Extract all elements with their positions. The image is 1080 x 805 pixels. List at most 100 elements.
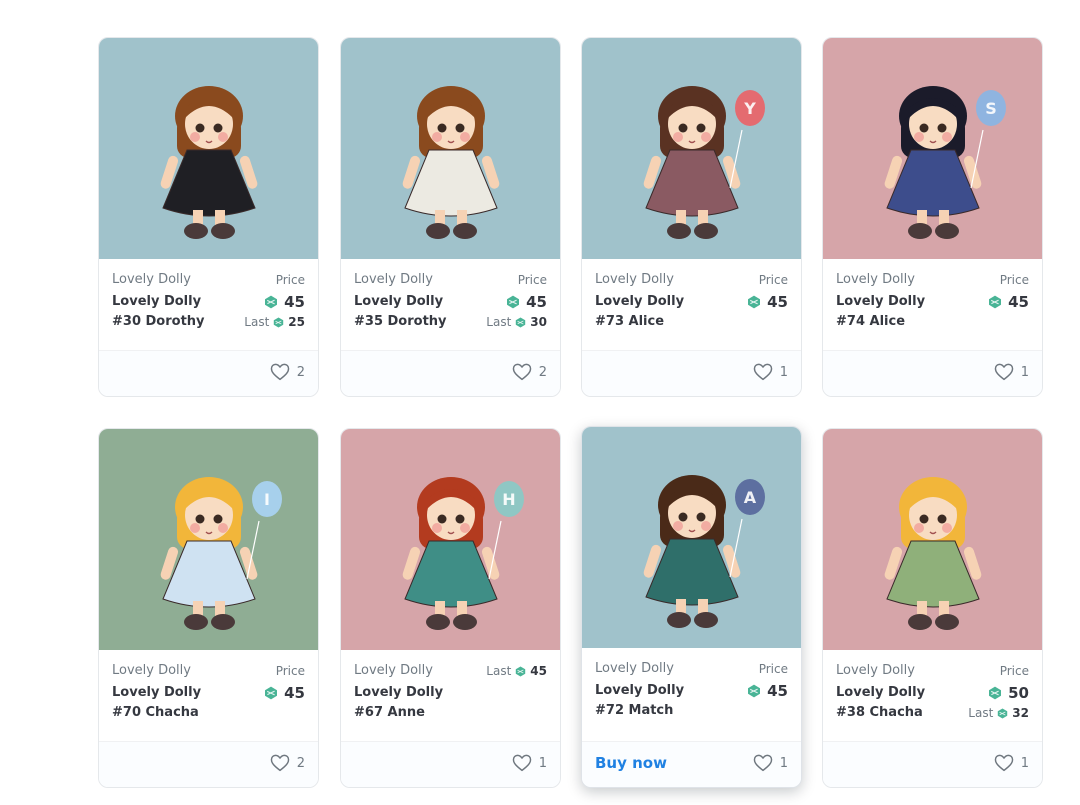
gem-currency-icon xyxy=(747,684,761,698)
last-sale: Last 45 xyxy=(486,664,547,678)
price-label: Price xyxy=(517,273,547,287)
asset-info: Lovely Dolly Lovely Dolly #38 Chacha Pri… xyxy=(823,650,1042,743)
heart-icon xyxy=(512,363,532,381)
collection-name[interactable]: Lovely Dolly xyxy=(595,272,674,287)
asset-name: Lovely Dolly #30 Dorothy xyxy=(112,294,205,329)
card-footer: 1 xyxy=(823,741,1042,787)
asset-image[interactable]: A xyxy=(582,427,801,648)
asset-name: Lovely Dolly #38 Chacha xyxy=(836,685,926,720)
asset-name: Lovely Dolly #74 Alice xyxy=(836,294,926,329)
gem-currency-icon xyxy=(747,295,761,309)
price-label: Price xyxy=(758,273,788,287)
collection-name[interactable]: Lovely Dolly xyxy=(836,272,915,287)
asset-card[interactable]: Lovely Dolly Lovely Dolly #35 Dorothy Pr… xyxy=(340,37,561,397)
collection-name[interactable]: Lovely Dolly xyxy=(836,663,915,678)
gem-currency-icon xyxy=(515,665,526,677)
asset-image[interactable]: S xyxy=(823,38,1042,259)
svg-text:A: A xyxy=(744,488,757,507)
asset-name: Lovely Dolly #73 Alice xyxy=(595,294,685,329)
collection-name[interactable]: Lovely Dolly xyxy=(354,663,433,678)
svg-text:H: H xyxy=(502,490,515,509)
asset-info: Lovely Dolly Lovely Dolly #30 Dorothy Pr… xyxy=(99,259,318,352)
asset-info: Lovely Dolly Lovely Dolly #73 Alice Pric… xyxy=(582,259,801,352)
asset-card[interactable]: H Lovely Dolly Lovely Dolly #67 Anne Las… xyxy=(340,428,561,788)
price-value: 45 xyxy=(747,682,788,700)
price-label: Price xyxy=(275,273,305,287)
asset-info: Lovely Dolly Lovely Dolly #72 Match Pric… xyxy=(582,648,801,741)
gem-currency-icon xyxy=(264,295,278,309)
buy-now-button[interactable]: Buy now xyxy=(595,754,667,772)
price-label: Price xyxy=(999,273,1029,287)
favorite-button[interactable]: 2 xyxy=(270,363,305,381)
favorite-button[interactable]: 1 xyxy=(753,754,788,772)
asset-image[interactable] xyxy=(823,429,1042,650)
favorite-button[interactable]: 1 xyxy=(512,754,547,772)
gem-currency-icon xyxy=(273,316,284,328)
heart-icon xyxy=(270,363,290,381)
asset-info: Lovely Dolly Lovely Dolly #74 Alice Pric… xyxy=(823,259,1042,352)
price-value: 45 xyxy=(264,293,305,311)
heart-icon xyxy=(994,363,1014,381)
gem-currency-icon xyxy=(515,316,526,328)
price-label: Price xyxy=(999,664,1029,678)
gem-currency-icon xyxy=(264,686,278,700)
asset-name: Lovely Dolly #72 Match xyxy=(595,683,685,718)
asset-grid: Lovely Dolly Lovely Dolly #30 Dorothy Pr… xyxy=(0,0,1080,805)
heart-icon xyxy=(753,363,773,381)
asset-image[interactable] xyxy=(341,38,560,259)
asset-image[interactable]: I xyxy=(99,429,318,650)
collection-name[interactable]: Lovely Dolly xyxy=(112,663,191,678)
last-sale: Last 30 xyxy=(486,315,547,329)
asset-info: Lovely Dolly Lovely Dolly #67 Anne Last 4… xyxy=(341,650,560,743)
favorite-button[interactable]: 1 xyxy=(994,754,1029,772)
gem-currency-icon xyxy=(506,295,520,309)
card-footer: 1 xyxy=(582,350,801,396)
card-footer: 2 xyxy=(341,350,560,396)
price-value: 45 xyxy=(988,293,1029,311)
favorite-button[interactable]: 1 xyxy=(994,363,1029,381)
favorite-button[interactable]: 2 xyxy=(270,754,305,772)
price-value: 50 xyxy=(988,684,1029,702)
asset-card[interactable]: Lovely Dolly Lovely Dolly #30 Dorothy Pr… xyxy=(98,37,319,397)
card-footer: 2 xyxy=(99,741,318,787)
card-footer: 1 xyxy=(341,741,560,787)
favorite-count: 1 xyxy=(1020,755,1029,771)
price-value: 45 xyxy=(506,293,547,311)
favorite-count: 2 xyxy=(296,364,305,380)
price-label: Price xyxy=(758,662,788,676)
favorite-count: 1 xyxy=(1020,364,1029,380)
heart-icon xyxy=(512,754,532,772)
price-value: 45 xyxy=(747,293,788,311)
card-footer: Buy now 1 xyxy=(582,741,801,787)
svg-text:S: S xyxy=(985,99,997,118)
heart-icon xyxy=(270,754,290,772)
favorite-count: 1 xyxy=(779,364,788,380)
heart-icon xyxy=(994,754,1014,772)
asset-card[interactable]: Y Lovely Dolly Lovely Dolly #73 Alice Pr… xyxy=(581,37,802,397)
last-sale: Last 25 xyxy=(244,315,305,329)
collection-name[interactable]: Lovely Dolly xyxy=(112,272,191,287)
asset-card[interactable]: I Lovely Dolly Lovely Dolly #70 Chacha P… xyxy=(98,428,319,788)
asset-name: Lovely Dolly #67 Anne xyxy=(354,685,444,720)
collection-name[interactable]: Lovely Dolly xyxy=(354,272,433,287)
gem-currency-icon xyxy=(988,295,1002,309)
last-sale: Last 32 xyxy=(968,706,1029,720)
favorite-count: 1 xyxy=(779,755,788,771)
asset-image[interactable]: H xyxy=(341,429,560,650)
favorite-count: 2 xyxy=(296,755,305,771)
collection-name[interactable]: Lovely Dolly xyxy=(595,661,674,676)
heart-icon xyxy=(753,754,773,772)
asset-name: Lovely Dolly #35 Dorothy xyxy=(354,294,447,329)
asset-card[interactable]: Lovely Dolly Lovely Dolly #38 Chacha Pri… xyxy=(822,428,1043,788)
svg-text:Y: Y xyxy=(743,99,756,118)
favorite-count: 2 xyxy=(538,364,547,380)
favorite-button[interactable]: 2 xyxy=(512,363,547,381)
price-label: Price xyxy=(275,664,305,678)
asset-image[interactable]: Y xyxy=(582,38,801,259)
asset-name: Lovely Dolly #70 Chacha xyxy=(112,685,202,720)
asset-card[interactable]: S Lovely Dolly Lovely Dolly #74 Alice Pr… xyxy=(822,37,1043,397)
asset-image[interactable] xyxy=(99,38,318,259)
asset-card[interactable]: A Lovely Dolly Lovely Dolly #72 Match Pr… xyxy=(581,426,802,788)
favorite-button[interactable]: 1 xyxy=(753,363,788,381)
gem-currency-icon xyxy=(997,707,1008,719)
